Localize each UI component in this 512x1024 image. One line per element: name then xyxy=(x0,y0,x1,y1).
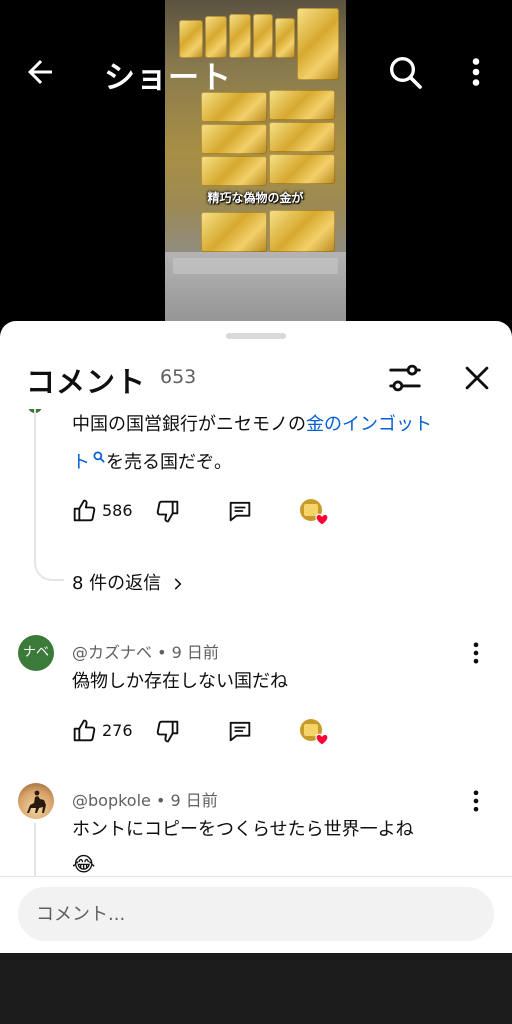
comment-text: ホントにコピーをつくらせたら世界一よね xyxy=(72,819,414,840)
more-vert-icon[interactable] xyxy=(462,54,490,90)
author-handle[interactable]: @bopkole xyxy=(72,791,151,810)
comment-age: 9 日前 xyxy=(171,643,219,662)
chevron-right-icon xyxy=(174,578,182,590)
comments-list[interactable]: 中国の国営銀行がニセモノの金のインゴット トを売る国だぞ。 586 8 件の返信 xyxy=(0,409,512,879)
comment-input[interactable] xyxy=(18,887,494,941)
video-caption: 精巧な偽物の金が xyxy=(207,191,304,205)
meta-separator: • xyxy=(150,791,171,810)
search-link[interactable]: ト xyxy=(72,451,106,473)
comment-meta: @カズナベ • 9 日前 xyxy=(72,639,219,663)
comment-text: 偽物しか存在しない国だね xyxy=(72,671,288,692)
comments-sheet: コメント 653 中国の国営銀行がニセモノの金のインゴット トを売る国だぞ。 5… xyxy=(0,321,512,953)
thread-line xyxy=(34,409,64,581)
author-handle[interactable]: @カズナベ xyxy=(72,643,152,662)
drag-handle[interactable] xyxy=(226,333,286,339)
search-link-tail: ト xyxy=(72,452,90,473)
search-icon[interactable] xyxy=(385,52,425,92)
comment-text-part: 中国の国営銀行がニセモノの xyxy=(72,414,306,435)
comment-text-part: を売る国だぞ。 xyxy=(106,452,232,473)
metal-tray-edge xyxy=(173,258,338,274)
gold-bar xyxy=(201,212,267,252)
thumb-up-icon[interactable] xyxy=(70,497,98,525)
comments-title: コメント xyxy=(26,365,147,399)
comment-meta: @bopkole • 9 日前 xyxy=(72,787,218,811)
more-vert-icon[interactable] xyxy=(466,787,486,815)
search-link[interactable]: 金のインゴット xyxy=(306,414,432,435)
comments-count: 653 xyxy=(160,366,197,388)
thumb-down-icon[interactable] xyxy=(154,497,182,525)
thread-line xyxy=(34,823,36,879)
arrow-left-icon[interactable] xyxy=(22,54,58,90)
meta-separator: • xyxy=(152,643,172,662)
view-replies-button[interactable]: 8 件の返信 xyxy=(72,569,185,595)
like-count: 586 xyxy=(102,501,133,520)
thumb-down-icon[interactable] xyxy=(154,717,182,745)
creator-heart-icon xyxy=(300,499,329,526)
comments-header: コメント 653 xyxy=(0,349,512,407)
creator-heart-icon xyxy=(300,719,329,746)
gold-bar xyxy=(269,210,335,252)
more-vert-icon[interactable] xyxy=(466,639,486,667)
thumb-up-icon[interactable] xyxy=(70,717,98,745)
avatar[interactable]: ナベ xyxy=(18,635,54,671)
search-small-icon xyxy=(93,451,105,463)
avatar[interactable] xyxy=(18,783,54,819)
reply-icon[interactable] xyxy=(226,717,254,745)
replies-label: 8 件の返信 xyxy=(72,573,162,594)
tune-icon[interactable] xyxy=(386,359,424,397)
comment-input-bar xyxy=(0,876,512,953)
gold-bar xyxy=(201,156,267,186)
top-bar: ショート xyxy=(0,40,512,104)
comment-text: 中国の国営銀行がニセモノの金のインゴット トを売る国だぞ。 xyxy=(72,409,492,482)
video-area[interactable]: 精巧な偽物の金が ショート xyxy=(0,0,512,340)
comment-actions: 276 xyxy=(70,715,370,747)
close-icon[interactable] xyxy=(460,361,494,395)
system-nav-area xyxy=(0,953,512,1024)
comment-emoji: 😂 xyxy=(72,852,96,876)
rider-silhouette-icon xyxy=(27,790,46,813)
like-count: 276 xyxy=(102,721,133,740)
comment-actions: 586 xyxy=(70,495,370,527)
gold-bar xyxy=(269,122,335,152)
page-title: ショート xyxy=(104,60,232,96)
gold-bar xyxy=(269,154,335,184)
reply-icon[interactable] xyxy=(226,497,254,525)
gold-bar xyxy=(201,124,267,154)
comment-age: 9 日前 xyxy=(170,791,218,810)
